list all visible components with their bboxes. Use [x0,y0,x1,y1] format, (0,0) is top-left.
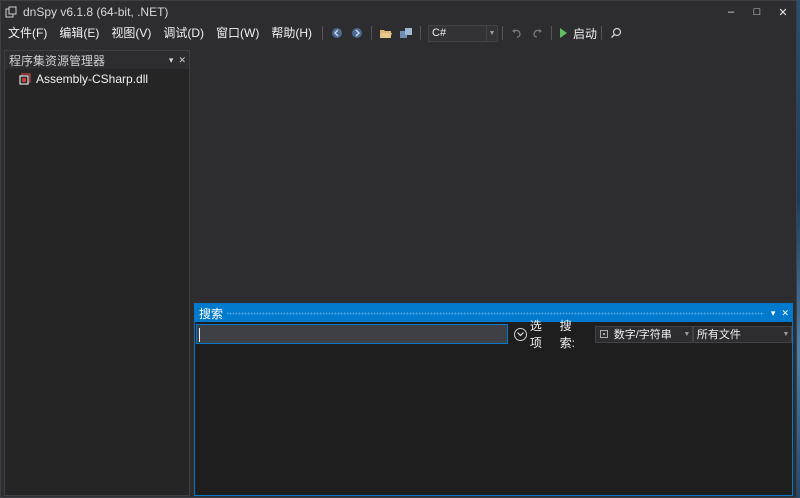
search-scope-select[interactable]: 所有文件 ▼ [692,325,792,343]
options-label: 选项 [529,319,542,350]
chevron-down-circle-icon [514,327,527,341]
language-value: C# [432,27,447,39]
search-panel-header: 搜索 ▾ ✕ [195,304,792,322]
panel-buttons: ▾ ✕ [771,304,789,322]
search-type-value: 数字/字符串 [613,329,672,341]
search-type-select[interactable]: 数字/字符串 ▼ [594,325,693,343]
chevron-down-icon: ▼ [486,25,497,41]
tree-item-assembly[interactable]: Assembly-CSharp.dll [5,70,189,88]
menu-debug[interactable]: 调试(D) [157,23,210,43]
editor-area [192,50,795,302]
menu-edit[interactable]: 编辑(E) [53,23,105,43]
tree-item-label: Assembly-CSharp.dll [36,72,149,86]
pin-dropdown-icon[interactable]: ▾ [169,55,174,66]
assembly-explorer-title: 程序集资源管理器 [9,53,106,68]
title-bar: dnSpy v6.1.8 (64-bit, .NET) – □ ✕ [1,1,796,23]
number-string-icon [599,330,608,338]
chevron-down-icon: ▼ [683,330,691,338]
search-input[interactable] [196,324,508,344]
redo-icon[interactable] [529,25,545,41]
search-panel-title: 搜索 [199,304,228,322]
menu-bar: 文件(F) 编辑(E) 视图(V) 调试(D) 窗口(W) 帮助(H) C# ▼ [1,23,796,43]
menu-view[interactable]: 视图(V) [105,23,157,43]
open-list-icon[interactable] [398,25,414,41]
menu-window[interactable]: 窗口(W) [210,23,265,43]
assembly-explorer-header: 程序集资源管理器 ▾ ✕ [5,51,189,69]
panel-buttons: ▾ ✕ [169,51,186,69]
window-title: dnSpy v6.1.8 (64-bit, .NET) [23,5,169,19]
start-button[interactable]: 启动 [560,25,597,42]
toolbar-separator [601,26,603,40]
search-panel: 搜索 ▾ ✕ 选项 搜索: 数字/字符串 ▼ 所有文件 ▼ [194,303,793,496]
language-select[interactable]: C# ▼ [428,24,498,42]
toolbar-separator [420,26,421,40]
pin-dropdown-icon[interactable]: ▾ [771,308,776,319]
menu-help[interactable]: 帮助(H) [265,23,318,43]
close-icon[interactable]: ✕ [781,308,789,319]
drag-grip[interactable] [223,312,764,315]
search-scope-value: 所有文件 [696,329,741,341]
window-controls: – □ ✕ [718,1,796,23]
play-icon [560,28,567,38]
menu-file[interactable]: 文件(F) [1,23,53,43]
toolbar-separator [502,26,503,40]
maximize-button[interactable]: □ [744,1,770,23]
minimize-button[interactable]: – [718,1,744,23]
close-button[interactable]: ✕ [770,1,796,23]
options-toggle[interactable]: 选项 [514,317,554,351]
text-caret [199,328,200,342]
search-input-wrapper [195,324,508,344]
close-icon[interactable]: ✕ [178,55,186,66]
search-icon[interactable] [608,25,624,41]
chevron-down-icon: ▼ [782,330,790,338]
search-toolbar: 选项 搜索: 数字/字符串 ▼ 所有文件 ▼ [195,319,792,350]
open-folder-icon[interactable] [378,25,394,41]
back-icon[interactable] [329,25,345,41]
assembly-icon [19,73,31,85]
toolbar-separator [371,26,372,40]
start-label: 启动 [573,26,598,41]
app-window: dnSpy v6.1.8 (64-bit, .NET) – □ ✕ 文件(F) … [0,0,797,498]
toolbar-separator [322,26,323,40]
toolbar-separator [551,26,552,40]
dnspy-app-icon [5,6,17,18]
undo-icon[interactable] [509,25,525,41]
assembly-explorer-panel: 程序集资源管理器 ▾ ✕ Assembly-CSharp.dll [4,50,190,496]
forward-icon[interactable] [349,25,365,41]
search-type-label: 搜索: [559,319,575,350]
